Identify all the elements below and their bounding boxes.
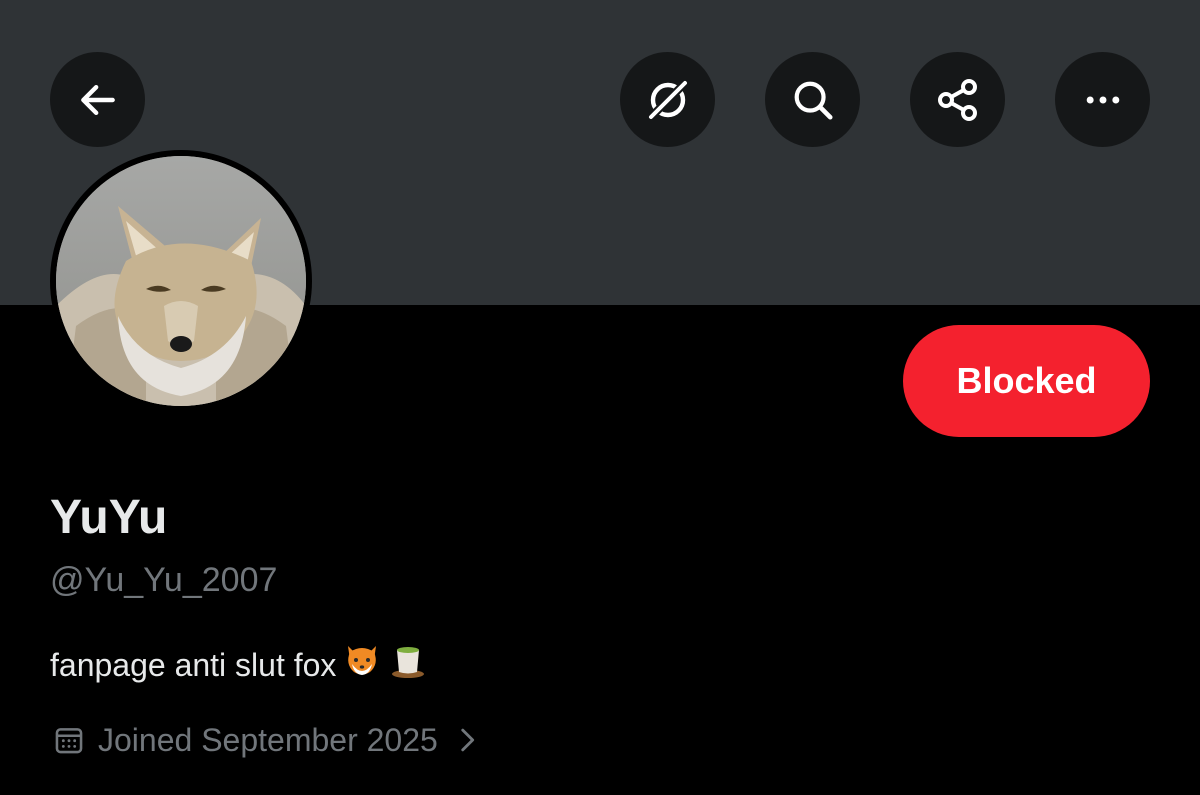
profile-page: Blocked YuYu @Yu_Yu_2007 fanpage anti sl… [0,0,1200,795]
grok-button[interactable] [620,52,715,147]
calendar-icon [52,723,86,757]
search-button[interactable] [765,52,860,147]
teacup-emoji [388,640,428,689]
avatar-button[interactable] [50,150,312,412]
profile-bio: fanpage anti slut fox [50,640,428,689]
arrow-left-icon [80,84,115,115]
avatar [56,156,306,406]
more-button[interactable] [1055,52,1150,147]
fox-face-emoji [342,640,382,689]
bio-text: fanpage anti slut fox [50,646,337,683]
blocked-button[interactable]: Blocked [903,325,1150,437]
back-button[interactable] [50,52,145,147]
username-handle: @Yu_Yu_2007 [50,561,278,599]
fox-avatar-image [56,156,306,406]
joined-date[interactable]: Joined September 2025 [52,720,480,760]
chevron-right-icon [454,723,480,757]
more-horizontal-icon [1086,96,1119,103]
share-button[interactable] [910,52,1005,147]
joined-text: Joined September 2025 [98,722,438,758]
share-icon [937,78,977,121]
grok-icon [646,78,689,121]
display-name: YuYu [50,491,168,544]
search-icon [794,81,833,120]
